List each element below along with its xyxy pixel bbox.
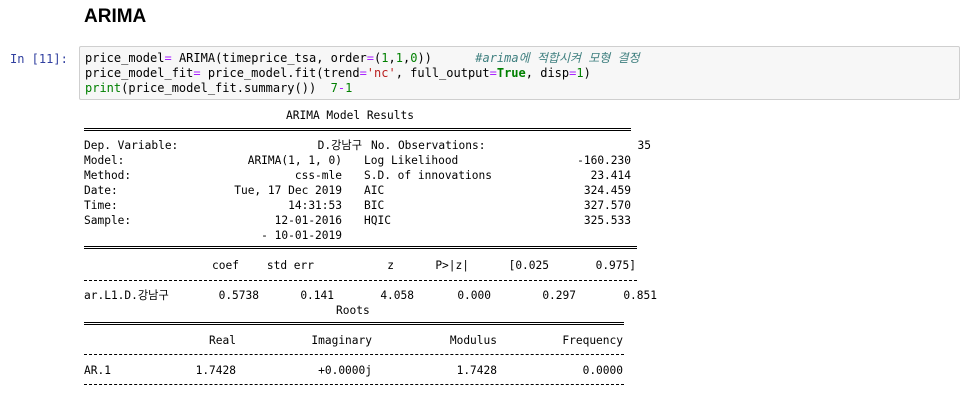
info-label: Method: bbox=[84, 169, 132, 182]
code-token: price_model_fit bbox=[85, 66, 194, 80]
coef-header: P>|z| bbox=[435, 259, 469, 272]
info-label: Sample: bbox=[84, 214, 132, 227]
coef-header: z bbox=[387, 259, 394, 272]
roots-title: Roots bbox=[336, 304, 370, 317]
code-token: 1 bbox=[381, 51, 389, 65]
coef-header: [0.025 bbox=[508, 259, 549, 272]
code-cell[interactable]: price_model= ARIMA(timeprice_tsa, order=… bbox=[79, 46, 960, 100]
info-label: S.D. of innovations bbox=[364, 169, 492, 182]
info-value: 327.570 bbox=[583, 199, 631, 212]
roots-header: Frequency bbox=[562, 334, 623, 347]
roots-header: Real bbox=[209, 334, 236, 347]
coef-value: 0.297 bbox=[542, 289, 576, 302]
coef-value: 0.000 bbox=[457, 289, 491, 302]
info-value: 35 bbox=[637, 139, 651, 152]
code-token: price_model bbox=[85, 51, 165, 65]
code-token: 1 bbox=[576, 66, 584, 80]
info-value: D.강남구 bbox=[317, 139, 362, 152]
info-label: Dep. Variable: bbox=[84, 139, 179, 152]
summary-title: ARIMA Model Results bbox=[286, 109, 414, 122]
code-token: , full_output bbox=[395, 66, 490, 80]
code-comment: #arima에 적합시켜 모형 결정 bbox=[475, 51, 640, 65]
code-token: print bbox=[85, 81, 122, 95]
roots-header: Modulus bbox=[449, 334, 497, 347]
roots-value: 1.7428 bbox=[456, 364, 497, 377]
coef-header: std err bbox=[266, 259, 314, 272]
code-line-1[interactable]: price_model= ARIMA(timeprice_tsa, order=… bbox=[85, 51, 640, 66]
code-line-2[interactable]: price_model_fit= price_model.fit(trend='… bbox=[85, 66, 591, 81]
code-token: )) bbox=[417, 51, 432, 65]
roots-value: 0.0000 bbox=[582, 364, 623, 377]
code-token: 'nc' bbox=[366, 66, 396, 80]
info-value: - 10-01-2019 bbox=[261, 229, 342, 242]
info-value: -160.230 bbox=[577, 154, 631, 167]
code-token: 1 bbox=[345, 81, 353, 95]
code-token: price_model.fit(trend bbox=[200, 66, 360, 80]
info-value: Tue, 17 Dec 2019 bbox=[234, 184, 342, 197]
coef-value: 0.851 bbox=[623, 289, 657, 302]
info-label: Date: bbox=[84, 184, 118, 197]
code-token: True bbox=[496, 66, 526, 80]
code-token: (price_model_fit.summary()) bbox=[121, 81, 317, 95]
code-token: 1 bbox=[395, 51, 403, 65]
cell-prompt: In [11]: bbox=[10, 52, 68, 66]
coef-value: 0.5738 bbox=[218, 289, 259, 302]
code-token: = bbox=[366, 51, 375, 65]
divider bbox=[84, 246, 637, 249]
code-token: , disp bbox=[525, 66, 570, 80]
info-label: Time: bbox=[84, 199, 118, 212]
roots-header: Imaginary bbox=[311, 334, 372, 347]
coef-header: coef bbox=[212, 259, 239, 272]
divider bbox=[84, 354, 624, 355]
info-label: No. Observations: bbox=[371, 139, 486, 152]
divider bbox=[84, 128, 631, 131]
page-heading: ARIMA bbox=[84, 6, 147, 27]
info-value: css-mle bbox=[294, 169, 342, 182]
info-value: 14:31:53 bbox=[288, 199, 342, 212]
divider bbox=[84, 280, 637, 281]
roots-value: 1.7428 bbox=[195, 364, 236, 377]
roots-row-name: AR.1 bbox=[84, 364, 111, 377]
info-label: AIC bbox=[364, 184, 385, 197]
info-value: 23.414 bbox=[590, 169, 631, 182]
info-value: 12-01-2016 bbox=[274, 214, 342, 227]
coef-value: 0.141 bbox=[300, 289, 334, 302]
info-label: Model: bbox=[84, 154, 125, 167]
coef-header: 0.975] bbox=[595, 259, 636, 272]
divider bbox=[84, 322, 624, 325]
code-token: = bbox=[489, 66, 497, 80]
code-token: ARIMA(timeprice_tsa, order bbox=[171, 51, 367, 65]
info-label: Log Likelihood bbox=[364, 154, 459, 167]
code-token: , bbox=[388, 51, 396, 65]
roots-value: +0.0000j bbox=[318, 364, 372, 377]
code-token: ) bbox=[583, 66, 591, 80]
coef-value: 4.058 bbox=[380, 289, 414, 302]
coef-row-name: ar.L1.D.강남구 bbox=[84, 289, 169, 302]
code-token: 7 bbox=[330, 81, 338, 95]
code-token: = bbox=[164, 51, 172, 65]
info-label: BIC bbox=[364, 199, 385, 212]
code-line-3[interactable]: print(price_model_fit.summary()) 7-1 bbox=[85, 81, 352, 96]
info-value: ARIMA(1, 1, 0) bbox=[247, 154, 342, 167]
code-token: = bbox=[193, 66, 201, 80]
divider bbox=[84, 384, 624, 385]
code-token: = bbox=[359, 66, 367, 80]
info-value: 325.533 bbox=[583, 214, 631, 227]
info-value: 324.459 bbox=[583, 184, 631, 197]
info-label: HQIC bbox=[364, 214, 391, 227]
